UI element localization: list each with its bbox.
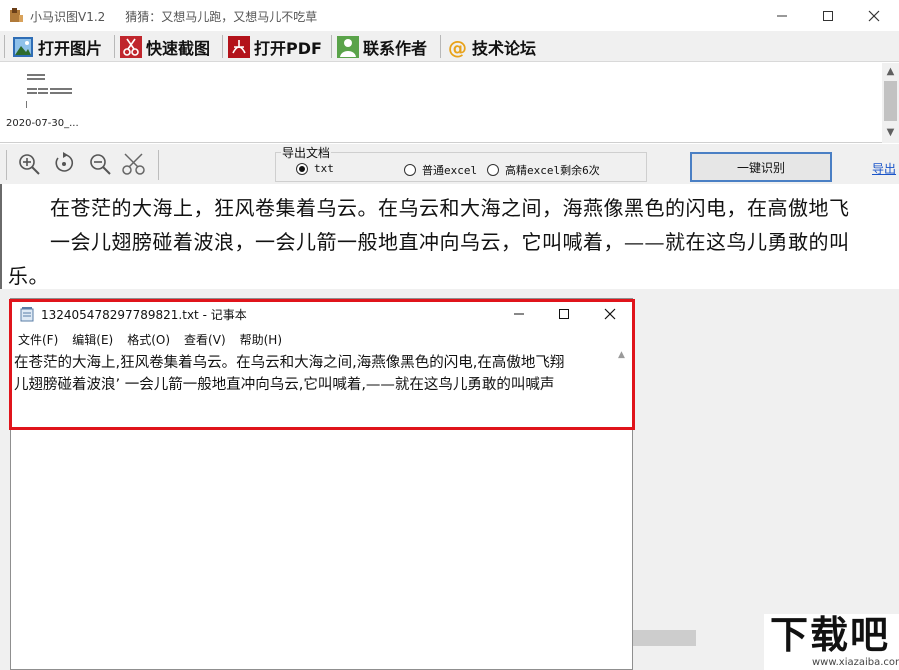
radio-normal-excel-label: 普通excel	[422, 164, 478, 177]
result-line: 一会儿翅膀碰着波浪，一会儿箭一般地直冲向乌云，它叫喊着，——就在这鸟儿勇敢的叫	[50, 230, 850, 254]
thumbnail-strip: 2020-07-30_... ▲ ▼	[0, 63, 899, 143]
menu-format[interactable]: 格式(O)	[120, 329, 177, 349]
minimize-button[interactable]	[759, 0, 805, 31]
maximize-button[interactable]	[805, 0, 851, 31]
quick-screenshot-button[interactable]: 快速截图	[120, 33, 210, 60]
scroll-thumb[interactable]	[884, 81, 897, 121]
contact-author-button[interactable]: 联系作者	[337, 33, 427, 60]
notepad-close-button[interactable]	[587, 299, 633, 329]
scroll-down-icon[interactable]: ▼	[882, 125, 899, 141]
notepad-maximize-button[interactable]	[541, 299, 587, 329]
notepad-icon	[20, 307, 34, 322]
control-bar: 导出文档 txt 普通excel 高精excel剩余6次 一键识别 导出	[0, 144, 899, 184]
thumbnail-image[interactable]	[26, 71, 76, 111]
watermark-logo: 下载吧 www.xiazaiba.com	[764, 614, 899, 670]
open-image-label: 打开图片	[38, 38, 103, 58]
radio-txt[interactable]: txt	[296, 162, 334, 175]
notepad-scroll-up-icon[interactable]: ▲	[618, 350, 625, 360]
zoom-in-icon[interactable]	[14, 149, 44, 179]
radio-selected-icon	[296, 162, 308, 175]
quick-screenshot-label: 快速截图	[146, 38, 211, 58]
radio-empty-icon	[487, 164, 499, 176]
toolbar-divider	[440, 35, 441, 58]
horse-app-icon	[8, 7, 25, 24]
notepad-line: 儿翅膀碰着波浪’ 一会儿箭一般地直冲向乌云,它叫喊着,——就在这鸟儿勇敢的叫喊声	[14, 377, 555, 393]
contact-author-label: 联系作者	[363, 38, 428, 58]
rotate-icon[interactable]	[49, 149, 79, 179]
tech-forum-label: 技术论坛	[472, 38, 537, 58]
open-pdf-button[interactable]: 打开PDF	[228, 33, 322, 60]
radio-normal-excel[interactable]: 普通excel	[404, 162, 477, 178]
toolbar-divider	[114, 35, 115, 58]
menu-view[interactable]: 查看(V)	[177, 329, 233, 349]
menu-help[interactable]: 帮助(H)	[233, 329, 289, 349]
notepad-line: 在苍茫的大海上,狂风卷集着乌云。在乌云和大海之间,海燕像黑色的闪电,在高傲地飞翔	[14, 355, 565, 371]
thumbnail-label: 2020-07-30_...	[6, 118, 79, 129]
recognition-result-text[interactable]: 在苍茫的大海上，狂风卷集着乌云。在乌云和大海之间，海燕像黑色的闪电，在高傲地飞 …	[0, 184, 899, 289]
watermark-text: 下载吧	[770, 612, 891, 657]
person-icon	[337, 35, 359, 58]
thumbnail-scrollbar[interactable]: ▲ ▼	[882, 63, 899, 143]
toolbar-divider	[331, 35, 332, 58]
export-group-label: 导出文档	[281, 144, 332, 161]
scroll-up-icon[interactable]: ▲	[882, 64, 899, 80]
watermark-url: www.xiazaiba.com	[812, 657, 899, 668]
app-slogan: 猜猜：又想马儿跑，又想马儿不吃草	[125, 10, 318, 24]
open-pdf-label: 打开PDF	[254, 38, 322, 58]
toolbar-divider	[222, 35, 223, 58]
menu-edit[interactable]: 编辑(E)	[65, 329, 120, 349]
radio-txt-label: txt	[314, 162, 334, 175]
notepad-title: 132405478297789821.txt - 记事本	[41, 308, 247, 322]
menu-file[interactable]: 文件(F)	[11, 329, 65, 349]
result-line: 乐。	[8, 264, 49, 288]
radio-hq-excel[interactable]: 高精excel剩余6次	[487, 162, 600, 178]
app-title: 小马识图V1.2	[30, 10, 106, 24]
scissors-icon	[120, 35, 142, 58]
at-icon: @	[446, 36, 468, 58]
open-image-button[interactable]: 打开图片	[12, 33, 102, 60]
notepad-menu-bar: 文件(F) 编辑(E) 格式(O) 查看(V) 帮助(H)	[11, 329, 632, 349]
one-click-recognize-button[interactable]: 一键识别	[690, 152, 832, 182]
radio-empty-icon	[404, 164, 416, 176]
pdf-icon	[228, 35, 250, 58]
notepad-minimize-button[interactable]	[496, 299, 542, 329]
horizontal-scroll-thumb[interactable]	[632, 630, 696, 646]
zoom-out-icon[interactable]	[85, 149, 115, 179]
toolbar-divider	[4, 35, 5, 58]
export-link[interactable]: 导出	[872, 160, 896, 177]
crop-scissors-icon[interactable]	[119, 149, 149, 179]
tech-forum-button[interactable]: @ 技术论坛	[446, 33, 536, 60]
main-toolbar: 打开图片 快速截图 打开PDF 联系作者 @ 技术论坛	[0, 31, 899, 62]
close-button[interactable]	[851, 0, 897, 31]
notepad-title-bar: 132405478297789821.txt - 记事本	[11, 299, 632, 329]
divider	[158, 150, 159, 180]
notepad-window: 132405478297789821.txt - 记事本 文件(F) 编辑(E)…	[10, 298, 633, 670]
radio-hq-excel-label: 高精excel剩余6次	[505, 164, 600, 177]
picture-icon	[12, 36, 34, 58]
result-line: 在苍茫的大海上，狂风卷集着乌云。在乌云和大海之间，海燕像黑色的闪电，在高傲地飞	[50, 196, 850, 220]
notepad-text-area[interactable]: 在苍茫的大海上,狂风卷集着乌云。在乌云和大海之间,海燕像黑色的闪电,在高傲地飞翔…	[11, 350, 632, 669]
divider	[6, 150, 7, 180]
svg-text:@: @	[448, 37, 467, 58]
title-bar: 小马识图V1.2 猜猜：又想马儿跑，又想马儿不吃草	[0, 0, 899, 31]
